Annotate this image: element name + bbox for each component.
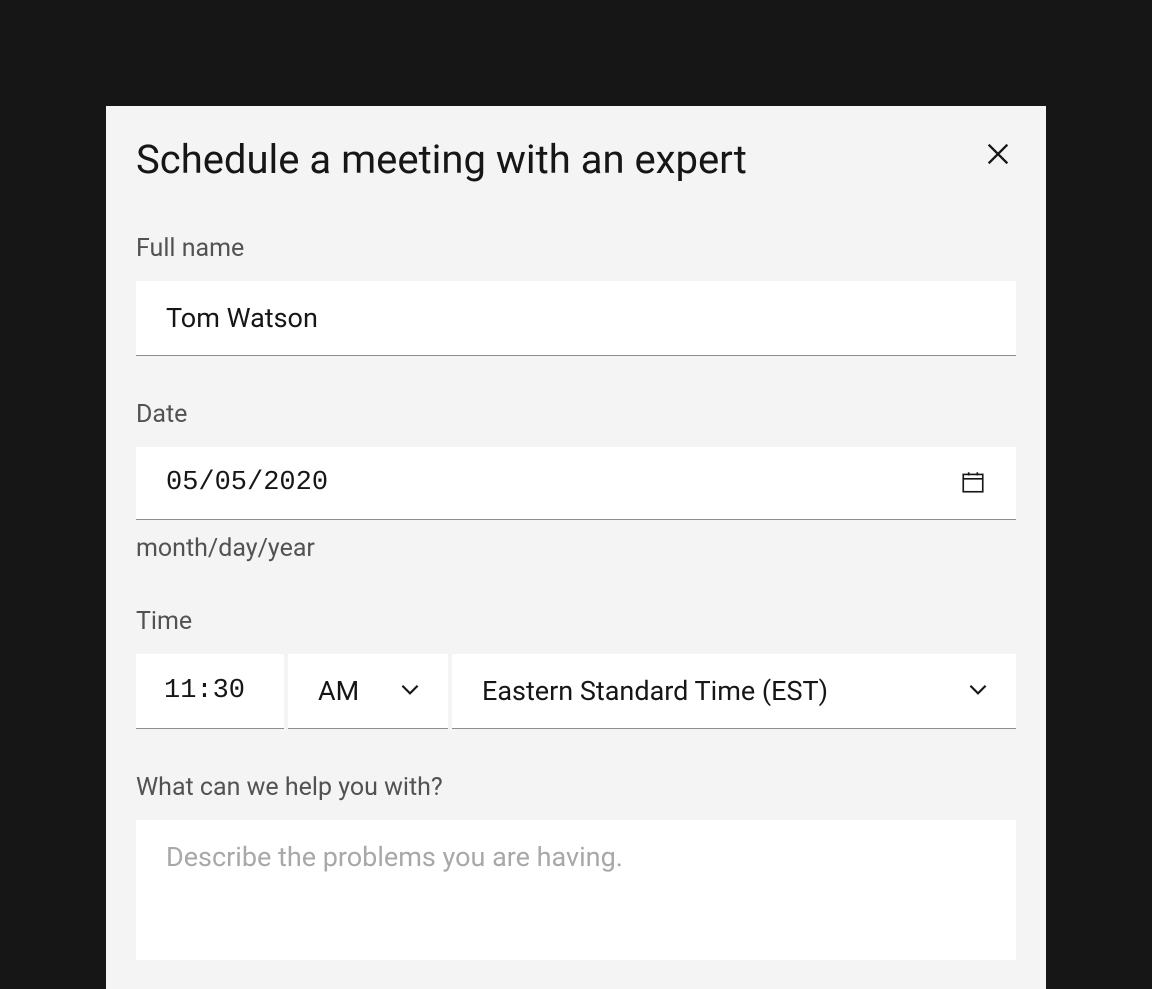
ampm-select[interactable]: AM	[288, 654, 448, 728]
help-textarea[interactable]	[136, 820, 1016, 960]
date-helper-text: month/day/year	[136, 534, 1016, 563]
date-group: Date month/day/year	[136, 400, 1016, 563]
ampm-select-wrapper: AM	[288, 654, 448, 729]
modal-title: Schedule a meeting with an expert	[136, 136, 747, 184]
help-group: What can we help you with?	[136, 773, 1016, 964]
close-button[interactable]	[980, 136, 1016, 175]
time-row: AM Eastern Standard Time (EST)	[136, 654, 1016, 729]
time-group: Time AM Eastern Standard Time (EST)	[136, 607, 1016, 729]
fullname-group: Full name	[136, 234, 1016, 356]
date-label: Date	[136, 400, 1016, 429]
fullname-input[interactable]	[136, 281, 1016, 356]
help-label: What can we help you with?	[136, 773, 1016, 802]
date-input[interactable]	[136, 447, 1016, 520]
time-label: Time	[136, 607, 1016, 636]
fullname-label: Full name	[136, 234, 1016, 263]
schedule-meeting-modal: Schedule a meeting with an expert Full n…	[106, 106, 1046, 989]
timezone-select-wrapper: Eastern Standard Time (EST)	[452, 654, 1016, 729]
timezone-select[interactable]: Eastern Standard Time (EST)	[452, 654, 1016, 728]
close-icon	[984, 140, 1012, 171]
date-input-wrapper	[136, 447, 1016, 520]
time-input[interactable]	[136, 654, 284, 729]
modal-header: Schedule a meeting with an expert	[136, 136, 1016, 184]
